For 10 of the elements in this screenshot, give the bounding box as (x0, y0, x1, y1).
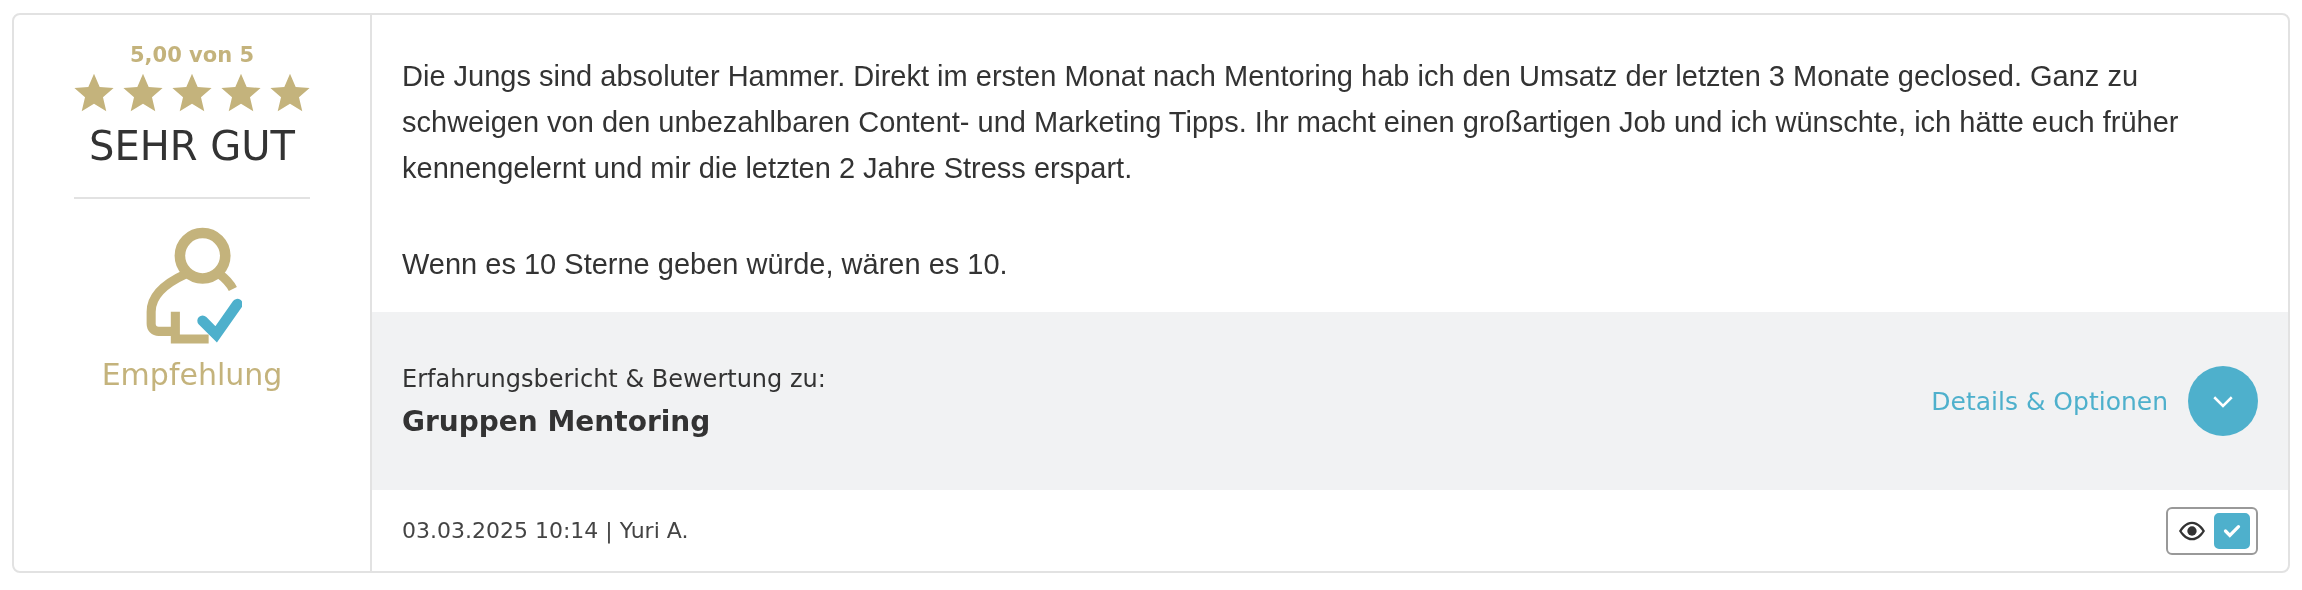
product-name: Gruppen Mentoring (402, 404, 712, 438)
review-text: Die Jungs sind absoluter Hammer. Direkt im ersten Monat nach Mentoring hab ich den Umsatz der letzten 3 Monate geclosed. Ganz zu schweigen von den unbezahlbaren Content- und Marketing Tipps. Ihr macht einen großartigen Job und ich wünschte, ich hätte euch früher kennengelernt und mir die letzten 2 Jahre Stress erspart. (402, 59, 2180, 186)
eye-icon (2178, 520, 2206, 541)
product-label: Erfahrungsbericht & Bewertung zu: (402, 364, 827, 393)
review-text: Wenn es 10 Sterne geben würde, wären es 10. (402, 247, 1009, 282)
details-link[interactable]: Details & Optionen (1931, 386, 2168, 416)
recommendation-label: Empfehlung (101, 357, 283, 392)
score-text: 5,00 von 5 (129, 43, 255, 67)
rating-verdict: SEHR GUT (89, 123, 295, 169)
review-meta: 03.03.2025 10:14 | Yuri A. (402, 518, 689, 543)
